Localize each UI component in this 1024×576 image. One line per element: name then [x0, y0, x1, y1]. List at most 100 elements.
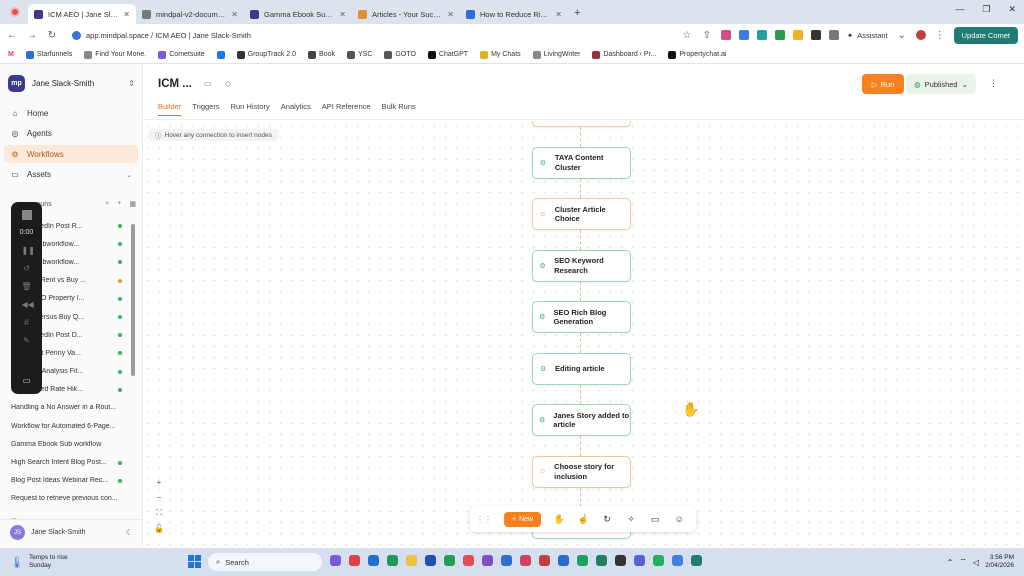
sidebar-item-agents[interactable]: ◎ Agents	[4, 125, 138, 143]
volume-icon[interactable]: ◁	[973, 558, 979, 567]
node-connector[interactable]	[580, 436, 581, 456]
bookmark-item[interactable]: My Chats	[480, 50, 521, 59]
tab-run-history[interactable]: Run History	[231, 102, 270, 116]
extension-icon[interactable]	[774, 30, 785, 40]
workflow-node[interactable]: ⚙ SEO Rich Blog Generation	[532, 301, 631, 333]
sidebar-item-assets[interactable]: ▭ Assets ⌄	[4, 166, 138, 184]
windows-start-icon[interactable]	[188, 555, 201, 568]
extension-icon[interactable]	[756, 30, 767, 40]
node-connector[interactable]	[580, 281, 581, 301]
bookmark-item[interactable]: Book	[308, 50, 335, 59]
close-window-icon[interactable]: ✕	[1008, 4, 1016, 15]
chevron-down-icon[interactable]: ⌄	[896, 30, 908, 41]
lock-icon[interactable]: 🔓	[153, 524, 165, 533]
extension-icon[interactable]	[828, 30, 839, 40]
weather-widget[interactable]: 🌡 Temps to rise Sunday	[10, 554, 68, 570]
grid-icon[interactable]: #	[22, 318, 32, 328]
list-item[interactable]: Request to retrieve previous con...	[0, 490, 130, 508]
close-tab-icon[interactable]: ✕	[123, 10, 130, 19]
tab-builder[interactable]: Builder	[158, 102, 182, 116]
refresh-icon[interactable]: ↻	[601, 514, 613, 525]
browser-tab[interactable]: Articles - Your Success C ✕	[352, 4, 460, 24]
workflow-node[interactable]: ⚙ TAYA Content Cluster	[532, 146, 631, 179]
bookmark-item[interactable]: Cometsuite	[158, 50, 205, 59]
url-field[interactable]: app.mindpal.space / ICM AEO | Jane Slack…	[66, 27, 673, 43]
moon-icon[interactable]: ☾	[126, 528, 133, 537]
list-item[interactable]: Blog Post Ideas Webinar Rec...	[0, 472, 130, 490]
folder-icon[interactable]: ▭	[204, 79, 212, 88]
camera-icon[interactable]: ▭	[22, 376, 32, 386]
back-icon[interactable]: ←	[6, 30, 18, 41]
menu-dots-icon[interactable]: ⋮	[934, 30, 946, 41]
browser-tab[interactable]: How to Reduce Risk Durin ✕	[460, 4, 568, 24]
pause-icon[interactable]: ❚❚	[22, 246, 35, 256]
app-icon[interactable]	[444, 555, 455, 566]
drag-handle-icon[interactable]: ⋮⋮	[476, 515, 492, 524]
extension-icon[interactable]	[810, 30, 821, 40]
more-vertical-icon[interactable]: ⋮	[989, 78, 998, 89]
app-icon[interactable]	[387, 555, 398, 566]
node-connector[interactable]	[580, 230, 581, 250]
browser-tab[interactable]: ICM AEO | Jane Slack-Sm ✕	[28, 4, 136, 24]
app-icon[interactable]	[501, 555, 512, 566]
bookmark-item[interactable]: Propertychat.ai	[668, 50, 726, 59]
search-icon[interactable]: ⌕	[105, 200, 109, 208]
app-icon[interactable]	[482, 555, 493, 566]
list-item[interactable]: Handling a No Answer in a Rout...	[0, 399, 130, 417]
robot-icon[interactable]: ☺	[673, 514, 685, 524]
app-icon[interactable]	[596, 555, 607, 566]
workflow-node[interactable]: ☺ Cluster Article Choice	[532, 198, 631, 230]
share-icon[interactable]: ⇧	[701, 30, 713, 41]
app-icon[interactable]	[368, 555, 379, 566]
pointer-icon[interactable]: ☝	[577, 514, 589, 525]
filter-icon[interactable]: ▦	[129, 200, 136, 208]
list-item[interactable]: Gamma Ebook Sub workflow	[0, 435, 130, 453]
tab-api-reference[interactable]: API Reference	[322, 102, 371, 116]
workflow-node[interactable]: ⚙ Editing article	[532, 352, 631, 385]
fit-view-icon[interactable]: ⛶	[153, 508, 165, 518]
update-comet-button[interactable]: Update Comet	[953, 26, 1018, 44]
published-dropdown[interactable]: ◍ Published ⌄	[906, 74, 976, 94]
draw-icon[interactable]: ✎	[22, 336, 32, 346]
assistant-button[interactable]: ✦ Assistant	[847, 31, 888, 40]
chevron-up-icon[interactable]: ⌃	[947, 558, 954, 567]
gmail-icon[interactable]: M	[8, 51, 14, 58]
zoom-in-icon[interactable]: +	[153, 478, 165, 487]
zoom-out-icon[interactable]: −	[153, 493, 165, 502]
list-item[interactable]: Workflow for Automated 6-Page...	[0, 417, 130, 435]
profile-avatar[interactable]	[915, 30, 926, 40]
new-node-button[interactable]: + New	[504, 511, 542, 527]
close-tab-icon[interactable]: ✕	[555, 10, 562, 19]
minimize-icon[interactable]: —	[955, 4, 964, 15]
node-connector[interactable]	[580, 178, 581, 198]
app-icon[interactable]	[558, 555, 569, 566]
trash-icon[interactable]: 🗑	[22, 282, 32, 292]
tab-bulk-runs[interactable]: Bulk Runs	[382, 102, 416, 116]
bookmark-item[interactable]: ChatGPT	[427, 50, 468, 59]
app-icon[interactable]	[634, 555, 645, 566]
app-icon[interactable]	[577, 555, 588, 566]
forward-icon[interactable]: →	[26, 30, 38, 41]
video-icon[interactable]: ▭	[649, 514, 661, 525]
sidebar-item-workflows[interactable]: ⚙ Workflows	[4, 145, 138, 163]
add-icon[interactable]: +	[117, 200, 121, 208]
extension-icon[interactable]	[720, 30, 731, 40]
sidebar-item-home[interactable]: ⌂ Home	[4, 104, 138, 122]
pan-hand-icon[interactable]: ✋	[553, 514, 565, 525]
node-connector[interactable]	[580, 487, 581, 507]
run-button[interactable]: ▷ Run	[862, 74, 904, 94]
browser-tab[interactable]: Gamma Ebook Sub workfl ✕	[244, 4, 352, 24]
user-profile-row[interactable]: JS Jane Slack-Smith ☾	[0, 519, 143, 545]
workflow-canvas[interactable]: ⓘ Hover any connection to insert nodes +…	[143, 121, 1024, 548]
browser-tab[interactable]: mindpal-v2-documents.s3 ✕	[136, 4, 244, 24]
tag-icon[interactable]: ◇	[225, 79, 231, 88]
app-icon[interactable]	[672, 555, 683, 566]
workflow-node[interactable]: ⚙ Janes Story added to article	[532, 404, 631, 436]
magic-icon[interactable]: ✧	[625, 514, 637, 525]
app-icon[interactable]	[330, 555, 341, 566]
bookmark-item[interactable]: Dashboard ‹ Pr...	[592, 50, 656, 59]
reload-icon[interactable]: ↻	[46, 30, 58, 41]
tab-triggers[interactable]: Triggers	[192, 102, 219, 116]
extension-icon[interactable]	[738, 30, 749, 40]
comet-icon[interactable]	[691, 555, 702, 566]
